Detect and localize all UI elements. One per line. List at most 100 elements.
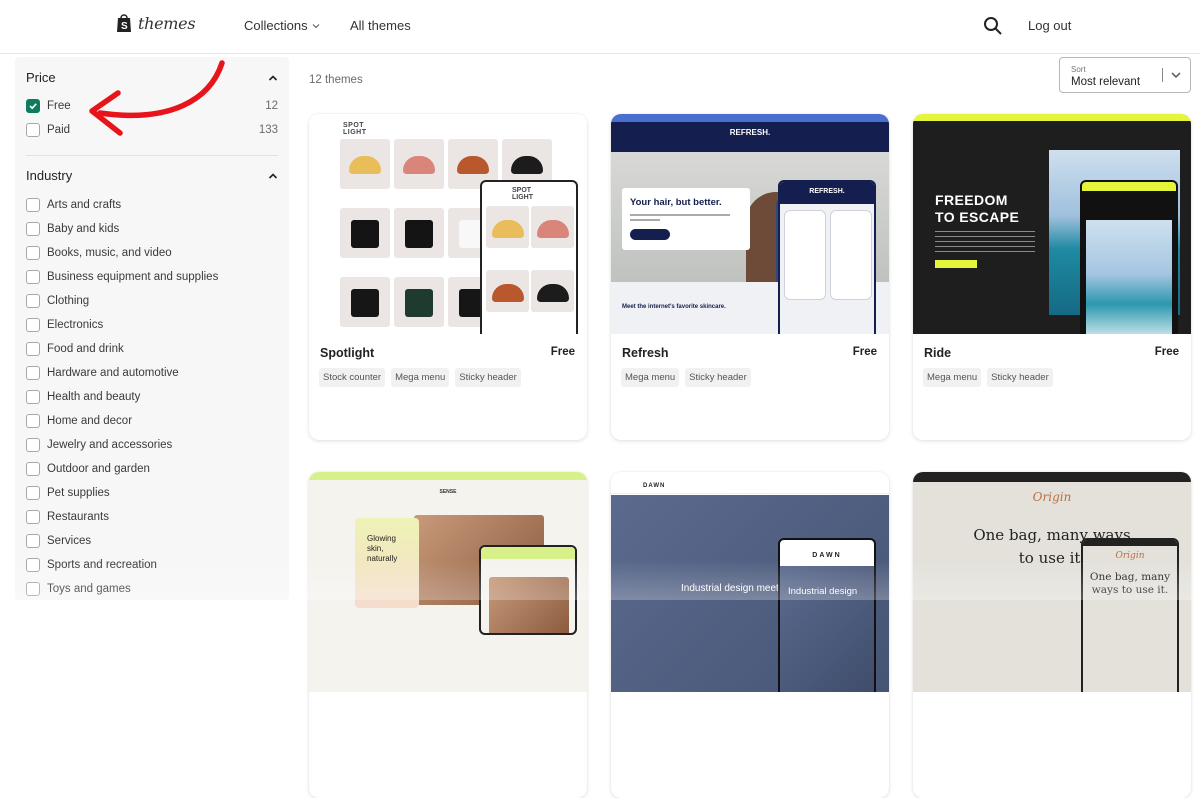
- checkbox[interactable]: [26, 414, 40, 428]
- checkbox[interactable]: [26, 198, 40, 212]
- filter-industry-option[interactable]: Outdoor and garden: [26, 460, 278, 478]
- checkbox[interactable]: [26, 534, 40, 548]
- theme-name[interactable]: Refresh: [622, 346, 669, 360]
- filter-industry-option[interactable]: Food and drink: [26, 340, 278, 358]
- preview-brand: DAWN: [643, 483, 666, 489]
- filter-label: Home and decor: [47, 415, 133, 427]
- checkbox[interactable]: [26, 390, 40, 404]
- checkbox[interactable]: [26, 558, 40, 572]
- checkbox[interactable]: [26, 270, 40, 284]
- price-filter-title: Price: [26, 70, 56, 85]
- filter-industry-option[interactable]: Pet supplies: [26, 484, 278, 502]
- mobile-preview: REFRESH.: [778, 180, 876, 334]
- preview-headline: Glowing skin, naturally: [367, 534, 398, 563]
- checkbox[interactable]: [26, 222, 40, 236]
- preview-headline: Industrial design meets: [681, 583, 784, 594]
- mobile-preview: Origin One bag, many ways to use it.: [1081, 538, 1179, 692]
- theme-name[interactable]: Ride: [924, 346, 951, 360]
- svg-text:S: S: [121, 21, 128, 32]
- filter-sidebar: Price Free 12 Paid 133 Industry Arts and…: [15, 57, 289, 600]
- filter-industry-option[interactable]: Jewelry and accessories: [26, 436, 278, 454]
- theme-price: Free: [1154, 346, 1179, 358]
- filter-label: Food and drink: [47, 343, 124, 355]
- theme-name[interactable]: Spotlight: [320, 346, 374, 360]
- preview-brand: SENSE: [439, 489, 457, 495]
- search-icon[interactable]: [983, 16, 1003, 36]
- theme-price: Free: [852, 346, 877, 358]
- filter-industry-option[interactable]: Services: [26, 532, 278, 550]
- checkbox[interactable]: [26, 294, 40, 308]
- filter-label: Jewelry and accessories: [47, 439, 173, 451]
- theme-preview-image[interactable]: REFRESH. Your hair, but better. Meet the…: [611, 114, 889, 334]
- top-navigation: S themes Collections All themes Log out: [0, 0, 1200, 54]
- nav-all-themes[interactable]: All themes: [350, 18, 411, 33]
- theme-card-sense[interactable]: SENSE Glowing skin, naturally: [309, 472, 587, 798]
- shopify-bag-icon: S: [117, 14, 131, 32]
- feature-tag: Mega menu: [621, 368, 680, 387]
- feature-tag: Mega menu: [391, 368, 450, 387]
- theme-card-dawn[interactable]: DAWN Industrial design meets DAWN Indust…: [611, 472, 889, 798]
- checkbox-checked[interactable]: [26, 99, 40, 113]
- checkbox[interactable]: [26, 318, 40, 332]
- preview-brand: Origin: [1032, 490, 1072, 504]
- shopify-themes-logo[interactable]: S themes: [116, 13, 196, 33]
- nav-collections[interactable]: Collections: [244, 18, 320, 33]
- price-filter-header[interactable]: Price: [26, 70, 278, 85]
- preview-headline: Industrial design: [788, 586, 858, 597]
- chevron-up-icon: [268, 172, 278, 179]
- preview-brand: REFRESH.: [729, 128, 771, 137]
- filter-label: Restaurants: [47, 511, 110, 523]
- filter-industry-option[interactable]: Hardware and automotive: [26, 364, 278, 382]
- results-count: 12 themes: [309, 74, 363, 86]
- theme-preview-image[interactable]: DAWN Industrial design meets DAWN Indust…: [611, 472, 889, 692]
- filter-industry-option[interactable]: Home and decor: [26, 412, 278, 430]
- filter-industry-option[interactable]: Toys and games: [26, 580, 278, 598]
- checkbox[interactable]: [26, 462, 40, 476]
- checkbox[interactable]: [26, 510, 40, 524]
- filter-price-free[interactable]: Free 12: [26, 97, 278, 115]
- filter-label: Free: [47, 100, 71, 112]
- theme-preview-image[interactable]: SPOT LIGHT SPOT LIGHT: [309, 114, 587, 334]
- filter-industry-option[interactable]: Electronics: [26, 316, 278, 334]
- checkbox[interactable]: [26, 123, 40, 137]
- checkbox[interactable]: [26, 582, 40, 596]
- preview-brand: REFRESH.: [780, 182, 874, 204]
- theme-card-ride[interactable]: FREEDOM TO ESCAPE Ride Free Mega menu St…: [913, 114, 1191, 440]
- checkbox[interactable]: [26, 486, 40, 500]
- filter-industry-option[interactable]: Restaurants: [26, 508, 278, 526]
- filter-industry-option[interactable]: Clothing: [26, 292, 278, 310]
- feature-tag: Sticky header: [685, 368, 751, 387]
- filter-label: Sports and recreation: [47, 559, 157, 571]
- filter-industry-option[interactable]: Sports and recreation: [26, 556, 278, 574]
- filter-industry-option[interactable]: Arts and crafts: [26, 196, 278, 214]
- checkmark-icon: [29, 103, 37, 110]
- filter-price-paid[interactable]: Paid 133: [26, 121, 278, 139]
- filter-industry-option[interactable]: Business equipment and supplies: [26, 268, 278, 286]
- filter-industry-option[interactable]: Baby and kids: [26, 220, 278, 238]
- sort-separator: [1162, 68, 1163, 82]
- sort-value: Most relevant: [1071, 76, 1141, 88]
- theme-card-spotlight[interactable]: SPOT LIGHT SPOT LIGHT Spotlight Free Sto…: [309, 114, 587, 440]
- preview-headline: FREEDOM TO ESCAPE: [935, 192, 1020, 225]
- logo-text: themes: [138, 13, 196, 33]
- chevron-down-icon: [312, 23, 319, 28]
- theme-card-origin[interactable]: Origin One bag, many ways to use it. Ori…: [913, 472, 1191, 798]
- filter-industry-option[interactable]: Books, music, and video: [26, 244, 278, 262]
- mobile-preview: SPOT LIGHT: [480, 180, 578, 334]
- industry-filter-header[interactable]: Industry: [26, 168, 278, 183]
- theme-card-refresh[interactable]: REFRESH. Your hair, but better. Meet the…: [611, 114, 889, 440]
- checkbox[interactable]: [26, 438, 40, 452]
- log-out-link[interactable]: Log out: [1028, 18, 1071, 33]
- theme-preview-image[interactable]: FREEDOM TO ESCAPE: [913, 114, 1191, 334]
- checkbox[interactable]: [26, 342, 40, 356]
- checkbox[interactable]: [26, 246, 40, 260]
- feature-tag: Mega menu: [923, 368, 982, 387]
- filter-label: Business equipment and supplies: [47, 271, 219, 283]
- filter-industry-option[interactable]: Health and beauty: [26, 388, 278, 406]
- sort-select[interactable]: Sort Most relevant: [1059, 57, 1191, 93]
- checkbox[interactable]: [26, 366, 40, 380]
- filter-label: Hardware and automotive: [47, 367, 179, 379]
- theme-preview-image[interactable]: SENSE Glowing skin, naturally: [309, 472, 587, 692]
- theme-preview-image[interactable]: Origin One bag, many ways to use it. Ori…: [913, 472, 1191, 692]
- preview-hero-box: Your hair, but better.: [622, 188, 750, 250]
